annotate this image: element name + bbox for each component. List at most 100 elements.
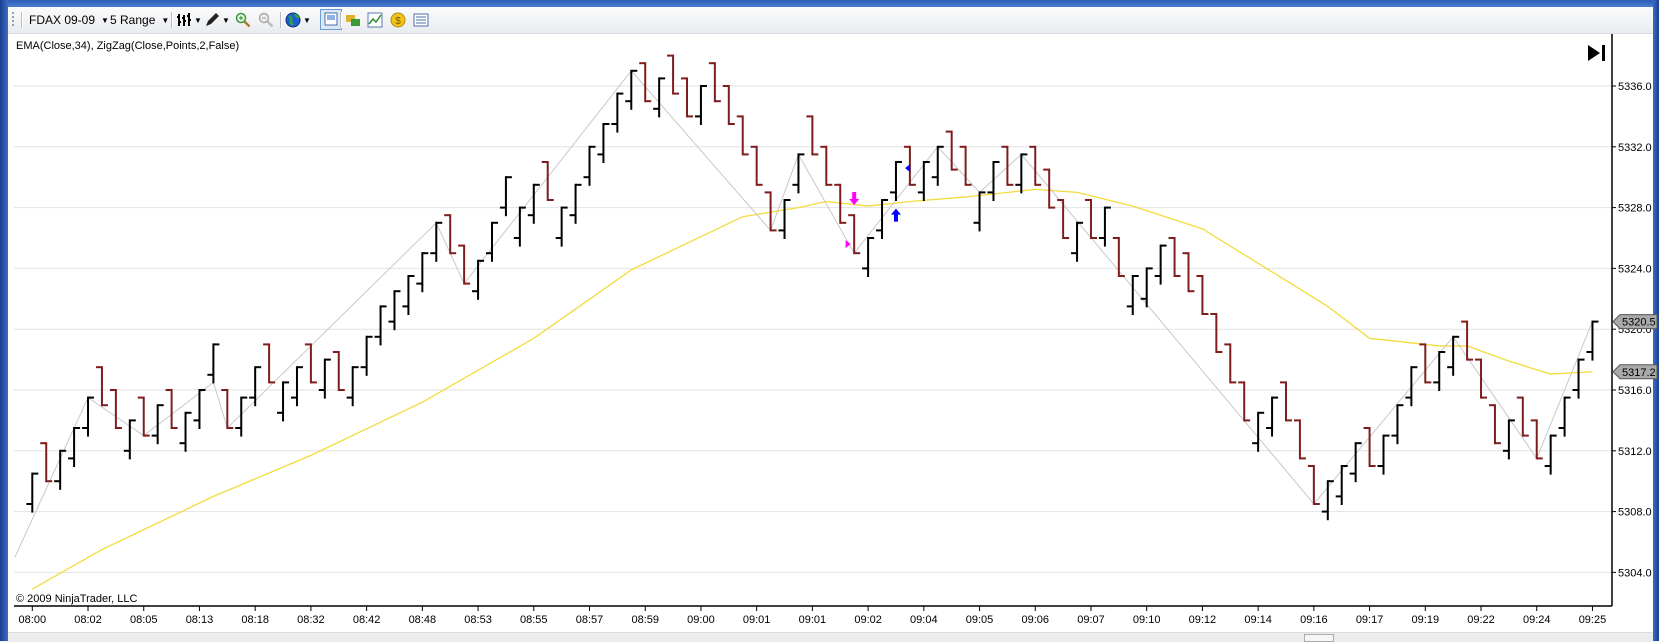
- down-bar: [959, 145, 972, 186]
- down-bar: [221, 389, 234, 429]
- up-bar: [151, 404, 164, 445]
- up-bar: [1433, 351, 1446, 391]
- x-tick-label: 09:22: [1467, 614, 1495, 626]
- triangle-left-marker-icon: [905, 164, 911, 173]
- up-bar: [207, 343, 220, 384]
- up-bar: [1391, 404, 1404, 445]
- x-tick-label: 08:00: [19, 614, 47, 626]
- x-tick-label: 08:42: [353, 614, 381, 626]
- x-tick-label: 09:04: [910, 614, 938, 626]
- down-bar: [109, 389, 122, 429]
- down-bar: [137, 396, 150, 437]
- gridlines: [14, 85, 1612, 573]
- down-bar: [1363, 427, 1376, 467]
- y-tick-label: 5332.0: [1618, 142, 1652, 154]
- down-bar: [820, 145, 833, 186]
- up-bar: [249, 366, 262, 407]
- up-bar: [402, 275, 415, 315]
- up-bar: [123, 419, 136, 460]
- down-bar: [1043, 168, 1056, 209]
- x-tick-label: 09:19: [1412, 614, 1440, 626]
- up-bar: [1572, 358, 1585, 399]
- down-bar: [1210, 313, 1223, 353]
- up-bar: [862, 237, 875, 277]
- up-bar: [193, 389, 206, 429]
- up-bar: [430, 221, 443, 262]
- up-bar: [917, 161, 930, 201]
- up-bar: [611, 92, 624, 133]
- time-axis: 08:00 08:02 08:05 08:13 08:18 08:32 08:42 08:48…: [14, 605, 1612, 626]
- up-bar: [235, 396, 248, 437]
- up-bar: [1335, 465, 1348, 505]
- x-tick-label: 09:07: [1077, 614, 1105, 626]
- down-bar: [945, 130, 958, 171]
- up-bar: [1586, 320, 1599, 361]
- x-tick-label: 09:05: [966, 614, 994, 626]
- up-bar: [68, 427, 81, 467]
- up-bar: [290, 366, 303, 407]
- down-bar: [1475, 358, 1488, 399]
- down-bar: [1516, 396, 1529, 437]
- up-bar: [1266, 396, 1279, 437]
- up-bar: [82, 396, 95, 437]
- up-bar: [1558, 396, 1571, 437]
- x-tick-label: 08:59: [631, 614, 659, 626]
- x-tick-label: 09:01: [799, 614, 827, 626]
- y-tick-label: 5328.0: [1618, 203, 1652, 215]
- up-bar: [485, 221, 498, 262]
- down-bar: [806, 115, 819, 156]
- down-bar: [1112, 237, 1125, 277]
- scroll-to-end-icon[interactable]: [1588, 45, 1605, 61]
- up-bar: [277, 381, 290, 422]
- x-tick-label: 08:48: [409, 614, 437, 626]
- up-bar: [388, 290, 401, 331]
- indicator-label: EMA(Close,34), ZigZag(Close,Points,2,Fal…: [16, 40, 240, 52]
- triangle-right-marker-icon: [845, 240, 851, 249]
- up-bar: [1071, 221, 1084, 262]
- up-bar: [416, 252, 429, 293]
- arrow-up-marker-icon: [890, 208, 901, 222]
- x-tick-label: 08:13: [186, 614, 214, 626]
- x-tick-label: 08:05: [130, 614, 158, 626]
- down-bar: [750, 145, 763, 186]
- y-tick-label: 5308.0: [1618, 507, 1652, 519]
- x-tick-label: 09:00: [687, 614, 715, 626]
- up-bar: [569, 183, 582, 224]
- price-tag-label: 5317.2: [1622, 367, 1656, 379]
- up-bar: [499, 176, 512, 217]
- down-bar: [1461, 320, 1474, 361]
- up-bar: [1544, 434, 1557, 475]
- arrow-down-marker-icon: [849, 192, 860, 205]
- price-axis: 5304.05308.05312.05316.05320.05324.05328…: [1611, 34, 1658, 606]
- up-bar: [555, 206, 568, 247]
- up-bar: [1377, 434, 1390, 475]
- down-bar: [263, 343, 276, 384]
- y-tick-label: 5304.0: [1618, 567, 1652, 579]
- up-bar: [54, 449, 67, 490]
- up-bar: [1140, 267, 1153, 308]
- down-bar: [1057, 199, 1070, 239]
- up-bar: [26, 472, 39, 513]
- x-tick-label: 09:17: [1356, 614, 1384, 626]
- price-chart[interactable]: 5304.05308.05312.05316.05320.05324.05328…: [0, 0, 1659, 641]
- down-bar: [1001, 145, 1014, 186]
- down-bar: [1280, 381, 1292, 422]
- up-bar: [792, 153, 805, 194]
- up-bar: [1154, 244, 1167, 285]
- down-bar: [1419, 343, 1432, 384]
- down-bar: [736, 115, 749, 156]
- down-bar: [444, 214, 457, 255]
- zigzag-line: [14, 70, 1593, 558]
- up-bar: [973, 191, 986, 232]
- price-tag-label: 5320.5: [1622, 317, 1656, 329]
- up-bar: [1321, 480, 1334, 521]
- y-tick-label: 5312.0: [1618, 446, 1652, 458]
- up-bar: [1098, 206, 1111, 247]
- up-bar: [318, 358, 331, 399]
- x-tick-label: 08:57: [576, 614, 604, 626]
- up-bar: [360, 335, 373, 376]
- y-tick-label: 5336.0: [1618, 81, 1652, 93]
- down-bar: [1293, 419, 1306, 460]
- down-bar: [95, 366, 108, 407]
- down-bar: [332, 351, 345, 391]
